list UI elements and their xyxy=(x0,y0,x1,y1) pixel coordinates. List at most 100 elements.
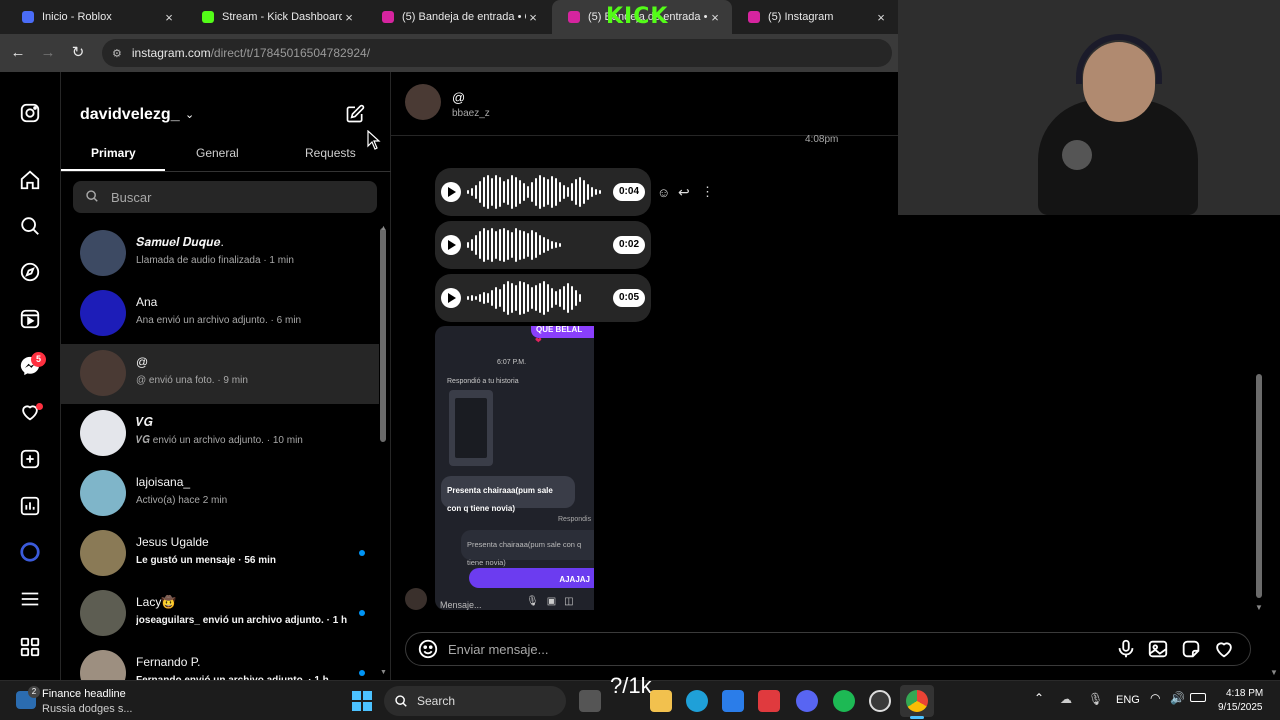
tab-close-icon[interactable]: × xyxy=(342,10,356,25)
tab-title: Stream - Kick Dashboard xyxy=(222,11,342,23)
clock-date[interactable]: 9/15/2025 xyxy=(1218,702,1263,713)
tab-close-icon[interactable]: × xyxy=(708,10,722,25)
waveform-bar xyxy=(551,176,553,208)
explore-icon[interactable] xyxy=(19,261,41,283)
tab-close-icon[interactable]: × xyxy=(526,10,540,25)
site-settings-icon[interactable]: ⚙ xyxy=(112,47,122,60)
meta-ai-icon[interactable] xyxy=(19,541,41,563)
page-scrollbar[interactable] xyxy=(1256,374,1262,598)
page-scroll-down-icon-2[interactable]: ▼ xyxy=(1270,668,1278,677)
emoji-icon[interactable] xyxy=(417,638,439,660)
search-icon[interactable] xyxy=(19,215,41,237)
chrome-icon[interactable] xyxy=(906,690,928,712)
store-icon[interactable] xyxy=(722,690,744,712)
waveform-bar xyxy=(483,177,485,207)
browser-tab-inbox[interactable]: (5) Bandeja de entrada • Ch × xyxy=(366,0,550,34)
reload-icon[interactable]: ↻ xyxy=(68,43,88,63)
image-icon[interactable] xyxy=(1147,638,1169,660)
screenshot-sender-avatar xyxy=(405,588,427,610)
microphone-icon[interactable] xyxy=(1115,638,1137,660)
tab-general[interactable]: General xyxy=(196,146,239,160)
waveform-bar xyxy=(519,180,521,204)
waveform-bar xyxy=(527,186,529,198)
account-username[interactable]: davidvelezg_ xyxy=(80,106,180,124)
create-icon[interactable] xyxy=(19,448,41,470)
valorant-icon[interactable] xyxy=(758,690,780,712)
screenshot-quoted-bubble: Presenta chairaaa(pum sale con q tiene n… xyxy=(461,530,594,567)
conversation-item[interactable]: @ @ envió una foto. · 9 min xyxy=(61,344,379,404)
menu-icon[interactable] xyxy=(19,588,41,610)
voice-message[interactable]: 0:05 xyxy=(435,274,651,322)
tab-requests[interactable]: Requests xyxy=(305,146,356,160)
contact-avatar[interactable] xyxy=(405,84,441,120)
voice-message[interactable]: 0:02 xyxy=(435,221,651,269)
news-widget[interactable]: 2 Finance headline Russia dodges s... xyxy=(14,685,164,717)
home-icon[interactable] xyxy=(19,169,41,191)
dashboard-icon[interactable] xyxy=(19,495,41,517)
language-indicator[interactable]: ENG xyxy=(1116,694,1140,706)
task-view-icon[interactable] xyxy=(579,690,601,712)
conversation-preview: Ana envió un archivo adjunto. · 6 min xyxy=(136,315,302,326)
taskbar-search-box[interactable]: Search xyxy=(384,686,566,716)
browser-tab-roblox[interactable]: Inicio - Roblox × xyxy=(6,0,186,34)
address-bar[interactable]: ⚙ instagram.com /direct/t/17845016504782… xyxy=(102,39,892,67)
scroll-up-arrow-icon[interactable]: ▲ xyxy=(380,225,387,232)
battery-icon[interactable] xyxy=(1190,693,1206,702)
voice-message[interactable]: 0:04 xyxy=(435,168,651,216)
tab-primary[interactable]: Primary xyxy=(91,146,136,160)
conversation-item[interactable]: lajoisana_ Activo(a) hace 2 min xyxy=(61,464,379,524)
contact-name[interactable]: @ xyxy=(452,90,465,105)
list-scrollbar[interactable] xyxy=(380,228,386,442)
discord-icon[interactable] xyxy=(796,690,818,712)
threads-icon[interactable] xyxy=(19,636,41,658)
obs-icon[interactable] xyxy=(869,690,891,712)
more-options-icon[interactable]: ⋮ xyxy=(701,184,714,200)
browser-tab-instagram[interactable]: (5) Instagram × xyxy=(732,0,898,34)
waveform-bar xyxy=(555,291,557,305)
volume-icon[interactable]: 🔊 xyxy=(1170,691,1185,705)
play-icon[interactable] xyxy=(441,288,461,308)
sticker-icon[interactable] xyxy=(1180,638,1202,660)
windows-start-icon[interactable] xyxy=(352,691,372,711)
roblox-favicon-icon xyxy=(22,11,34,23)
clock-time[interactable]: 4:18 PM xyxy=(1226,688,1263,699)
waveform-bar xyxy=(567,187,569,197)
waveform-bar xyxy=(491,290,493,306)
play-icon[interactable] xyxy=(441,182,461,202)
wifi-icon[interactable]: ◠ xyxy=(1150,691,1160,705)
reply-icon[interactable]: ↩ xyxy=(678,184,690,201)
screenshot-quoted-text: Presenta chairaaa(pum sale con q tiene n… xyxy=(467,540,582,567)
scroll-down-arrow-icon[interactable]: ▼ xyxy=(380,669,387,676)
tab-close-icon[interactable]: × xyxy=(874,10,888,25)
spotify-icon[interactable] xyxy=(833,690,855,712)
conversation-item[interactable]: 𝑺𝒂𝒎𝒖𝒆𝒍 𝑫𝒖𝒒𝒖𝒆. Llamada de audio finalizada… xyxy=(61,224,379,284)
mic-tray-icon[interactable]: 🎙 xyxy=(1088,692,1103,706)
conversation-avatar xyxy=(80,290,126,336)
back-icon[interactable]: ← xyxy=(8,43,28,63)
edge-icon[interactable] xyxy=(686,690,708,712)
reels-icon[interactable] xyxy=(19,308,41,330)
forward-icon[interactable]: → xyxy=(38,43,58,63)
react-icon[interactable]: ☺ xyxy=(657,185,670,200)
waveform-bar xyxy=(511,283,513,313)
conversation-item[interactable]: 𝑽𝑮 𝑽𝑮 envió un archivo adjunto. · 10 min xyxy=(61,404,379,464)
tab-close-icon[interactable]: × xyxy=(162,10,176,25)
new-message-icon[interactable] xyxy=(345,104,365,124)
browser-tab-kick[interactable]: Stream - Kick Dashboard × xyxy=(186,0,366,34)
instagram-icon[interactable] xyxy=(19,102,41,124)
conversation-item[interactable]: Lacy🤠 joseaguilars_ envió un archivo adju… xyxy=(61,584,379,644)
like-heart-icon[interactable] xyxy=(1213,638,1235,660)
search-input[interactable]: Buscar xyxy=(73,181,377,213)
chevron-down-icon[interactable]: ⌄ xyxy=(185,108,194,121)
waveform-bar xyxy=(579,294,581,302)
play-icon[interactable] xyxy=(441,235,461,255)
conversation-item[interactable]: Ana Ana envió un archivo adjunto. · 6 min xyxy=(61,284,379,344)
waveform-bar xyxy=(535,285,537,311)
shared-screenshot-message[interactable]: QUE BELAL ❤ 6:07 P.M. Respondió a tu his… xyxy=(435,326,594,610)
tray-chevron-icon[interactable]: ⌃ xyxy=(1034,691,1044,705)
conversation-item[interactable]: Jesus Ugalde Le gustó un mensaje · 56 min xyxy=(61,524,379,584)
waveform-bar xyxy=(487,230,489,260)
folder-icon[interactable] xyxy=(650,690,672,712)
page-scroll-down-icon[interactable]: ▼ xyxy=(1255,603,1263,612)
onedrive-icon[interactable]: ☁ xyxy=(1060,692,1072,706)
